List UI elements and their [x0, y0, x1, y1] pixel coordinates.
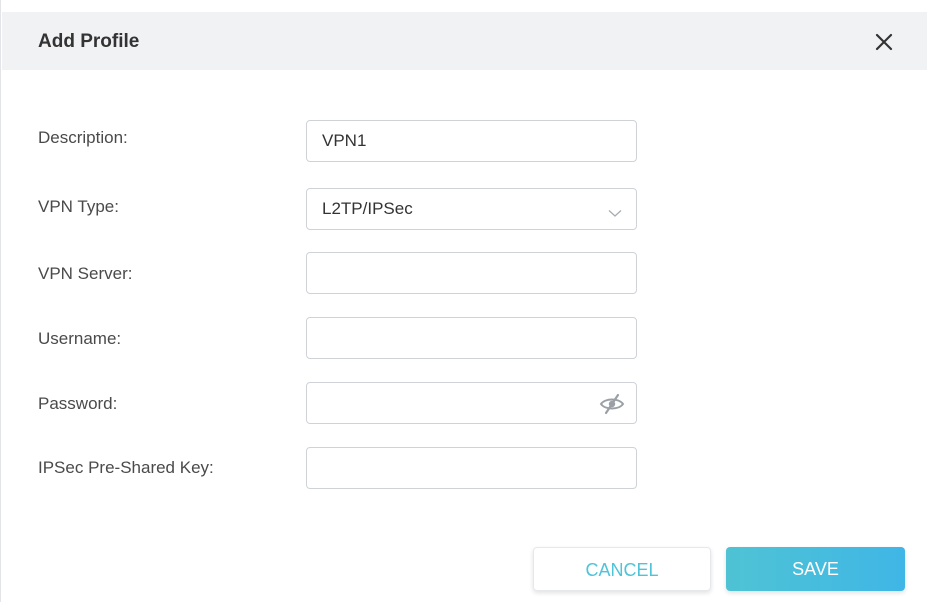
- description-field[interactable]: VPN1: [306, 120, 637, 162]
- psk-label: IPSec Pre-Shared Key:: [38, 458, 214, 477]
- vpn-type-value: L2TP/IPSec: [322, 199, 413, 218]
- cancel-button[interactable]: CANCEL: [533, 547, 711, 591]
- vpn-server-field[interactable]: [306, 252, 637, 294]
- password-label: Password:: [38, 394, 118, 413]
- vpn-type-label: VPN Type:: [38, 197, 119, 216]
- add-profile-dialog: Add Profile Description: VPN1 VPN Type: …: [0, 0, 927, 602]
- username-label: Username:: [38, 329, 122, 348]
- description-label: Description:: [38, 128, 128, 147]
- username-field[interactable]: [306, 317, 637, 359]
- description-value: VPN1: [322, 131, 367, 150]
- close-icon[interactable]: [870, 28, 898, 56]
- vpn-server-label: VPN Server:: [38, 264, 133, 283]
- psk-field[interactable]: [306, 447, 637, 489]
- dialog-header: Add Profile: [2, 12, 927, 70]
- vpn-type-select[interactable]: L2TP/IPSec: [306, 188, 637, 230]
- dialog-title: Add Profile: [38, 31, 140, 52]
- save-button[interactable]: SAVE: [726, 547, 905, 591]
- eye-off-icon[interactable]: [598, 392, 626, 421]
- chevron-down-icon: [608, 205, 622, 223]
- password-field[interactable]: [306, 382, 637, 424]
